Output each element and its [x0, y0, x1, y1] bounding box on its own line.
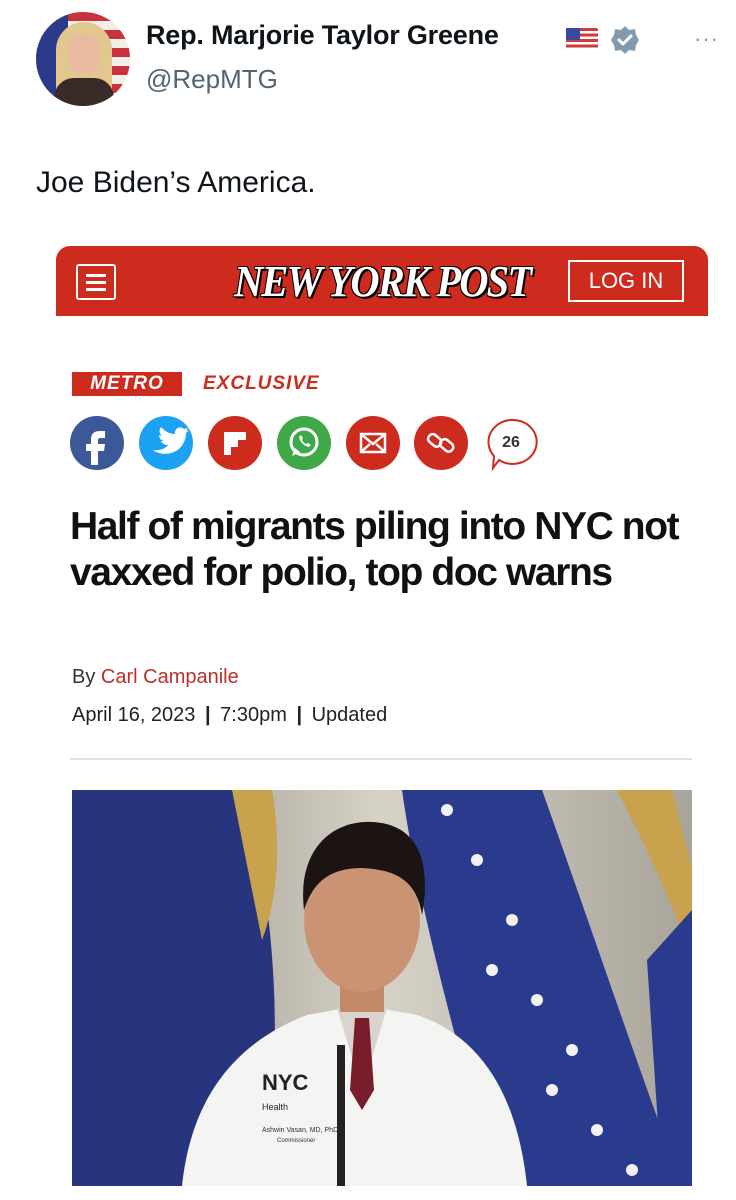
- site-logo: NEW YORK POST: [234, 257, 532, 306]
- attached-image[interactable]: NEW YORK POST LOG IN METRO EXCLUSIVE 26 …: [56, 246, 708, 1186]
- author-name: Carl Campanile: [100, 666, 239, 688]
- verified-badge-icon[interactable]: [610, 25, 640, 55]
- facebook-icon: [70, 416, 124, 470]
- tweet-text: Joe Biden’s America.: [36, 166, 316, 199]
- byline-prefix: By: [72, 666, 96, 688]
- section-tag: METRO: [72, 372, 182, 396]
- more-options-icon[interactable]: ···: [694, 26, 719, 52]
- avatar[interactable]: [36, 12, 130, 106]
- menu-icon: [76, 264, 116, 300]
- flipboard-icon: [208, 416, 262, 470]
- twitter-icon: [139, 416, 193, 470]
- badge-name: Ashwin Vasan, MD, PhD.: [262, 1127, 340, 1134]
- badge-logo: NYC: [262, 1070, 309, 1095]
- badge-title: Commissioner: [277, 1138, 315, 1144]
- display-name[interactable]: Rep. Marjorie Taylor Greene: [146, 20, 499, 51]
- link-icon: [414, 416, 468, 470]
- comments-icon: 26: [483, 416, 539, 472]
- exclusive-label: EXCLUSIVE: [203, 373, 320, 394]
- publish-time: 7:30pm: [220, 704, 287, 726]
- us-flag-emoji: [566, 28, 598, 50]
- email-icon: [346, 416, 400, 470]
- dateline: April 16, 2023 | 7:30pm | Updated: [72, 704, 388, 726]
- site-header: NEW YORK POST LOG IN: [56, 246, 708, 316]
- badge-dept: Health: [262, 1102, 288, 1112]
- whatsapp-icon: [277, 416, 331, 470]
- login-button: LOG IN: [568, 260, 684, 302]
- updated-label: Updated: [311, 704, 388, 726]
- divider: [70, 758, 692, 760]
- comment-count: 26: [502, 434, 520, 451]
- byline: By Carl Campanile: [72, 666, 239, 689]
- user-handle[interactable]: @RepMTG: [146, 64, 278, 95]
- article-headline: Half of migrants piling into NYC not vax…: [70, 505, 680, 594]
- article-photo: NYC Health Ashwin Vasan, MD, PhD. Commis…: [72, 790, 692, 1186]
- publish-date: April 16, 2023: [72, 704, 196, 726]
